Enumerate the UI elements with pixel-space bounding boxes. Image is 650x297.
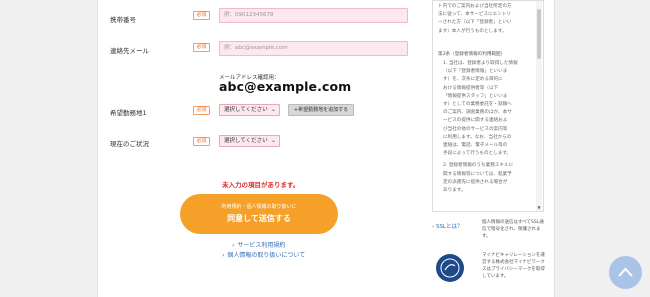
email-confirm-value: abc@example.com: [219, 79, 352, 94]
terms-scrollbar[interactable]: ▼: [536, 1, 542, 211]
submit-button[interactable]: 利用規約・個人情報の取り扱いに 同意して送信する: [180, 194, 338, 234]
chevron-right-icon: ›: [232, 242, 235, 249]
submit-main-label: 同意して送信する: [227, 214, 291, 223]
scroll-down-arrow-icon[interactable]: ▼: [536, 205, 542, 210]
terms-line: おける情報提供者等（以下: [443, 85, 499, 91]
terms-line: 手段によって行うものとします。: [443, 151, 512, 157]
terms-line: 法に従って、本サービスにエントリ: [438, 12, 512, 18]
location-label: 希望勤務地1: [110, 109, 147, 117]
terms-scroll-box[interactable]: ト内でのご案内および当社所定の方 法に従って、本サービスにエントリ ーされた方（…: [432, 0, 544, 212]
error-message: 未入力の項目があります。: [222, 181, 300, 189]
chevron-down-icon: ⌄: [270, 106, 276, 113]
ssl-link[interactable]: › SSLとは？: [432, 222, 463, 230]
required-badge: 必須: [193, 137, 210, 146]
terms-line: ます）本人が行うものとします。: [438, 28, 507, 34]
terms-line: ーされた方（以下「登録者」といい: [438, 20, 512, 26]
phone-label: 携帯番号: [110, 16, 136, 24]
location-select[interactable]: 選択してください ⌄: [219, 104, 280, 116]
phone-input[interactable]: 例：09012345678: [219, 8, 408, 23]
ssl-description: 個人情報の送信はすべてSSL通信で暗号化され、保護されます。: [482, 220, 544, 239]
privacy-description: マイナビキャリレーションを運営する株式会社マイナビワークスはプライバシーマークを…: [482, 253, 545, 279]
terms-line: あります。: [443, 188, 466, 194]
email-input[interactable]: 例：abc@example.com: [219, 41, 408, 56]
terms-line: のご案内、調査業務のほか、本サ: [443, 110, 512, 116]
terms-line: ト内でのご案内および当社所定の方: [438, 4, 512, 9]
terms-link-label: サービス利用規約: [237, 242, 286, 249]
submit-sub-label: 利用規約・個人情報の取り扱いに: [221, 204, 297, 210]
terms-link[interactable]: › サービス利用規約: [222, 241, 305, 251]
terms-line: す）としての業務委託を・就職へ: [443, 102, 512, 108]
privacy-link[interactable]: › 個人情報の取り扱いについて: [222, 251, 305, 261]
privacy-link-label: 個人情報の取り扱いについて: [227, 252, 306, 259]
scroll-to-top-button[interactable]: [609, 256, 642, 289]
terms-intro: ト内でのご案内および当社所定の方 法に従って、本サービスにエントリ ーされた方（…: [438, 3, 532, 36]
terms-line: 1. 当社は、登録者より取得した情報: [443, 61, 518, 66]
email-label: 連絡先メール: [110, 47, 149, 55]
scrollbar-thumb[interactable]: [537, 9, 541, 59]
required-badge: 必須: [193, 43, 210, 52]
chevron-right-icon: ›: [222, 252, 225, 259]
privacy-mark-logo[interactable]: [436, 254, 464, 282]
required-badge: 必須: [193, 11, 210, 20]
status-select[interactable]: 選択してください ⌄: [219, 135, 280, 147]
terms-line: 関する情報等については、就業予: [443, 171, 512, 177]
terms-line: に利用します。なお、当社からの: [443, 134, 512, 140]
terms-section-body: 1. 当社は、登録者より取得した情報 （以下「登録者情報」といいま す）を、次条…: [443, 60, 533, 195]
terms-section-title: 第3条（登録者情報の利用範囲）: [438, 52, 506, 57]
terms-line: び当社の他のサービスの案内等: [443, 126, 508, 132]
add-location-button[interactable]: +希望勤務地を追加する: [288, 104, 354, 116]
ssl-link-label: SSLとは？: [435, 224, 463, 230]
privacy-mark-icon: [437, 255, 463, 281]
status-select-value: 選択してください: [224, 138, 268, 144]
chevron-up-icon: [618, 267, 633, 277]
footer-links: › サービス利用規約 › 個人情報の取り扱いについて: [222, 241, 305, 261]
chevron-down-icon: ⌄: [270, 137, 276, 144]
terms-line: ービスの提供に関する連絡およ: [443, 118, 508, 124]
terms-line: 定の派遣先に提供される場合が: [443, 179, 508, 185]
status-label: 現在のご状況: [110, 140, 149, 148]
terms-line: 2. 登録者情報のうち業務スキルに: [443, 163, 514, 169]
terms-line: （以下「登録者情報」といいま: [443, 69, 508, 75]
required-badge: 必須: [193, 106, 210, 115]
terms-line: 「情報提供スタッフ」といいま: [443, 93, 508, 99]
terms-line: 連絡は、電話、電子メール等の: [443, 143, 508, 149]
terms-line: す）を、次条に定める目的に: [443, 77, 503, 83]
location-select-value: 選択してください: [224, 107, 268, 113]
